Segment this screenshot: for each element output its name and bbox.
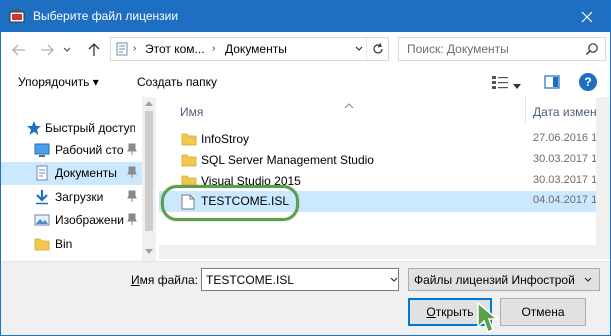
cancel-button[interactable]: Отмена	[500, 298, 586, 326]
address-bar[interactable]: › Этот ком... › Документы	[110, 37, 389, 61]
breadcrumb-separator: ›	[133, 43, 137, 54]
preview-pane-button[interactable]	[544, 74, 560, 93]
app-icon	[9, 8, 25, 24]
search-placeholder: Поиск: Документы	[407, 42, 509, 56]
chevron-down-icon	[583, 273, 593, 290]
chevron-down-icon	[390, 277, 398, 282]
forward-button[interactable]	[36, 39, 58, 61]
view-list-icon	[492, 76, 508, 89]
breadcrumb-separator: ›	[212, 43, 216, 54]
file-list: Имя Дата изменени InfoStroy 27.06.2016 1…	[159, 97, 610, 261]
refresh-button[interactable]	[366, 38, 388, 60]
dialog-footer: Имя файла: TESTCOME.ISL Файлы лицензий И…	[1, 261, 610, 335]
pin-icon	[127, 190, 137, 205]
computer-icon	[115, 42, 129, 59]
file-row[interactable]: SQL Server Management Studio 30.03.2017 …	[159, 150, 610, 171]
caret-down-icon	[513, 84, 521, 89]
chevron-down-icon	[63, 47, 71, 52]
folder-icon	[34, 236, 50, 252]
breadcrumb-documents[interactable]: Документы	[225, 42, 287, 56]
view-dropdown-button[interactable]	[513, 79, 521, 93]
cursor-pointer-icon	[475, 301, 501, 335]
recent-locations-button[interactable]	[60, 39, 74, 61]
search-input[interactable]: Поиск: Документы	[398, 37, 606, 61]
folder-icon	[181, 132, 197, 150]
back-button[interactable]	[8, 39, 30, 61]
scroll-down-icon	[145, 249, 153, 254]
file-open-dialog: Выберите файл лицензии › Этот ком... › Д…	[0, 0, 611, 336]
scroll-up-icon	[145, 101, 153, 106]
nav-item-desktop[interactable]: Рабочий сто	[1, 139, 142, 162]
preview-pane-icon	[544, 75, 560, 89]
nav-item-bin[interactable]: Bin	[1, 233, 142, 256]
arrow-left-icon	[12, 44, 25, 56]
address-dropdown-button[interactable]	[354, 42, 364, 59]
new-folder-button[interactable]: Создать папку	[137, 75, 217, 89]
filename-input[interactable]: TESTCOME.ISL	[201, 268, 399, 291]
close-button[interactable]	[564, 1, 610, 32]
file-name: InfoStroy	[201, 132, 250, 146]
star-icon	[26, 120, 42, 136]
pin-icon	[127, 143, 137, 158]
desktop-icon	[34, 142, 50, 158]
view-options-button[interactable]	[491, 74, 509, 93]
nav-item-downloads[interactable]: Загрузки	[1, 186, 142, 209]
file-type-value: Файлы лицензий Инфострой	[414, 273, 575, 287]
vertical-scrollbar[interactable]	[596, 97, 610, 259]
folder-icon	[181, 153, 197, 171]
nav-item-label: Рабочий сто	[55, 143, 124, 157]
nav-item-quick-access[interactable]: Быстрый доступ	[1, 117, 142, 140]
breadcrumb-this-pc[interactable]: Этот ком...	[145, 42, 205, 56]
help-button[interactable]: ?	[579, 73, 597, 91]
window-title: Выберите файл лицензии	[33, 9, 179, 23]
nav-item-label: Документы	[55, 166, 117, 180]
filename-label: Имя файла:	[131, 273, 198, 287]
filename-dropdown-button[interactable]	[390, 272, 398, 286]
title-bar: Выберите файл лицензии	[1, 1, 610, 32]
documents-icon	[34, 165, 50, 181]
up-button[interactable]	[83, 39, 105, 61]
highlight-annotation	[161, 185, 299, 221]
file-name: SQL Server Management Studio	[201, 153, 374, 167]
column-name-header[interactable]: Имя	[180, 105, 203, 119]
nav-item-label: Bin	[55, 237, 73, 251]
pin-icon	[127, 166, 137, 181]
pin-icon	[127, 213, 137, 228]
column-divider[interactable]	[525, 97, 526, 124]
nav-item-pictures[interactable]: Изображени	[1, 209, 142, 232]
file-type-select[interactable]: Файлы лицензий Инфострой	[408, 268, 600, 291]
download-icon	[34, 189, 50, 205]
command-bar: Упорядочить ▾ Создать папку ?	[1, 67, 610, 97]
organize-button[interactable]: Упорядочить ▾	[18, 75, 99, 89]
column-header: Имя Дата изменени	[159, 97, 610, 124]
arrow-right-icon	[41, 44, 54, 56]
nav-scroll-thumb[interactable]	[145, 111, 153, 231]
nav-item-label: Изображени	[55, 213, 124, 227]
refresh-icon	[372, 43, 383, 54]
file-row[interactable]: InfoStroy 27.06.2016 15:5	[159, 129, 610, 150]
nav-item-documents[interactable]: Документы	[1, 162, 142, 185]
horizontal-scrollbar[interactable]	[159, 245, 596, 259]
chevron-down-icon	[355, 46, 363, 51]
sort-ascending-icon	[344, 98, 354, 112]
navigation-pane: Быстрый доступ Рабочий сто Документы Заг…	[1, 97, 156, 261]
search-icon	[585, 42, 599, 59]
nav-item-label: Быстрый доступ	[45, 121, 135, 135]
arrow-up-icon	[88, 43, 100, 56]
pictures-icon	[34, 212, 50, 228]
nav-item-label: Загрузки	[55, 190, 104, 204]
close-icon	[581, 11, 593, 22]
nav-scrollbar[interactable]	[142, 97, 156, 261]
